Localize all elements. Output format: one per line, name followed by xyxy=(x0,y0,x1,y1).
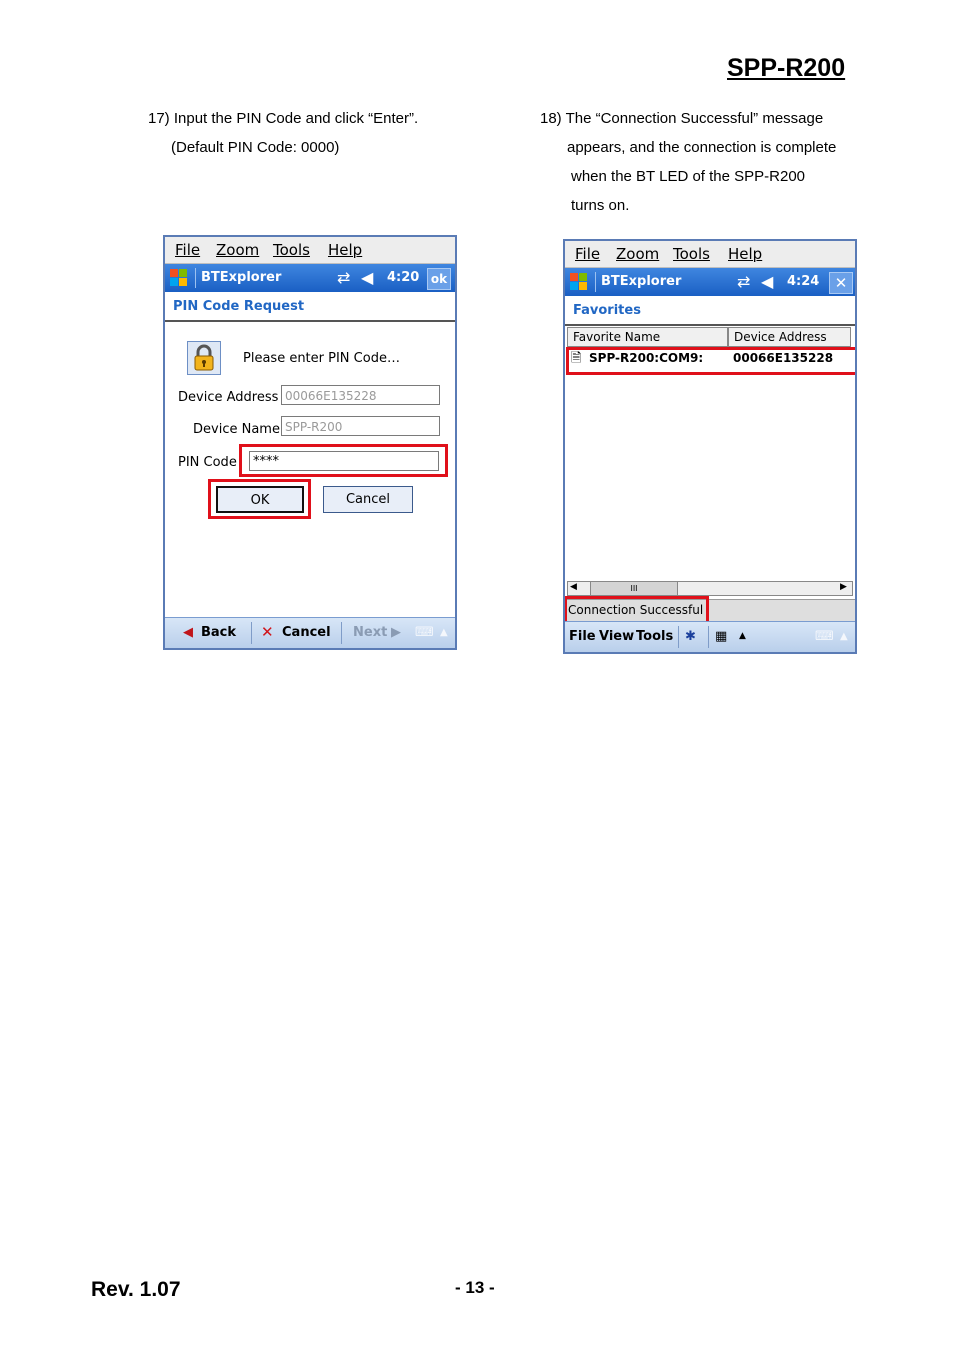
device-address-field: 00066E135228 xyxy=(281,385,440,405)
step-17-line-2: (Default PIN Code: 0000) xyxy=(171,139,340,156)
menu-bar: File Zoom Tools Help xyxy=(565,241,855,268)
menu-help[interactable]: Help xyxy=(328,241,362,259)
keyboard-icon[interactable]: ⌨ xyxy=(815,629,834,644)
menu-file[interactable]: File xyxy=(575,245,600,263)
column-device-address[interactable]: Device Address xyxy=(728,327,851,347)
app-title: BTExplorer xyxy=(601,274,682,289)
app-title: BTExplorer xyxy=(201,270,282,285)
pin-highlight-box xyxy=(239,444,448,477)
lock-icon xyxy=(187,341,221,375)
document-title: SPP-R200 xyxy=(727,54,846,82)
menu-help[interactable]: Help xyxy=(728,245,762,263)
step-18-line-1: 18) The “Connection Successful” message xyxy=(540,110,824,127)
step-17-line-1: 17) Input the PIN Code and click “Enter”… xyxy=(148,110,419,127)
favorites-header: Favorites xyxy=(565,298,855,326)
cancel-soft-button[interactable]: Cancel xyxy=(282,625,331,640)
next-arrow-icon: ▶ xyxy=(391,625,401,640)
title-bar: BTExplorer ⇄ ◀ 4:24 ✕ xyxy=(565,268,855,296)
step-18-line-3: when the BT LED of the SPP-R200 xyxy=(571,168,806,185)
keyboard-up-icon[interactable]: ▲ xyxy=(440,627,448,638)
page-number: - 13 - xyxy=(455,1278,495,1297)
connectivity-icon[interactable]: ⇄ xyxy=(337,268,350,287)
bottom-menu-view[interactable]: View xyxy=(599,629,634,644)
scroll-right-icon[interactable]: ▶ xyxy=(840,582,847,592)
device-name-field: SPP-R200 xyxy=(281,416,440,436)
prompt-text: Please enter PIN Code… xyxy=(243,351,400,366)
header-text: PIN Code Request xyxy=(173,299,305,314)
soft-key-bar: ◀ Back ✕ Cancel Next ▶ ⌨ ▲ xyxy=(165,617,455,648)
connectivity-icon[interactable]: ⇄ xyxy=(737,272,750,291)
clock[interactable]: 4:20 xyxy=(387,270,419,285)
scroll-left-icon[interactable]: ◀ xyxy=(570,582,577,592)
speaker-icon[interactable]: ◀ xyxy=(761,272,773,291)
step-18-line-4: turns on. xyxy=(571,197,630,214)
clock[interactable]: 4:24 xyxy=(787,274,819,289)
device-name-label: Device Name : xyxy=(193,422,289,437)
ok-title-button[interactable]: ok xyxy=(427,268,451,290)
bluetooth-icon[interactable]: ✱ xyxy=(685,629,696,644)
menu-zoom[interactable]: Zoom xyxy=(216,241,259,259)
device-address-label: Device Address : xyxy=(178,390,287,405)
ok-highlight-box xyxy=(208,479,311,519)
menu-tools[interactable]: Tools xyxy=(673,245,710,263)
header-text: Favorites xyxy=(573,303,641,318)
menu-bar: File Zoom Tools Help xyxy=(165,237,455,264)
menu-zoom[interactable]: Zoom xyxy=(616,245,659,263)
windows-logo-icon[interactable] xyxy=(570,273,588,291)
revision-label: Rev. 1.07 xyxy=(91,1278,181,1301)
row-highlight-box xyxy=(566,347,855,375)
bottom-menu-bar: File View Tools ✱ ▦ ▲ ⌨ ▲ xyxy=(565,621,855,652)
column-favorite-name[interactable]: Favorite Name xyxy=(567,327,728,347)
pin-header: PIN Code Request xyxy=(165,294,455,322)
menu-file[interactable]: File xyxy=(175,241,200,259)
horizontal-scrollbar[interactable]: ◀ III ▶ xyxy=(567,581,853,596)
cancel-x-icon: ✕ xyxy=(261,623,274,641)
dropdown-up-icon[interactable]: ▲ xyxy=(739,631,746,641)
scroll-thumb[interactable]: III xyxy=(590,582,678,595)
windows-logo-icon[interactable] xyxy=(170,269,188,287)
grid-view-icon[interactable]: ▦ xyxy=(715,629,727,644)
favorites-screenshot: File Zoom Tools Help BTExplorer ⇄ ◀ 4:24… xyxy=(563,239,857,654)
pin-code-label: PIN Code xyxy=(178,455,237,470)
back-arrow-icon: ◀ xyxy=(183,625,193,640)
step-18-line-2: appears, and the connection is complete xyxy=(567,139,837,156)
bottom-menu-file[interactable]: File xyxy=(569,629,596,644)
pin-request-screenshot: File Zoom Tools Help BTExplorer ⇄ ◀ 4:20… xyxy=(163,235,457,650)
next-button[interactable]: Next xyxy=(353,625,387,640)
menu-tools[interactable]: Tools xyxy=(273,241,310,259)
close-icon[interactable]: ✕ xyxy=(829,272,853,294)
keyboard-icon[interactable]: ⌨ xyxy=(415,625,434,640)
cancel-button[interactable]: Cancel xyxy=(323,486,413,513)
speaker-icon[interactable]: ◀ xyxy=(361,268,373,287)
keyboard-up-icon[interactable]: ▲ xyxy=(840,631,848,642)
title-bar: BTExplorer ⇄ ◀ 4:20 ok xyxy=(165,264,455,292)
bottom-menu-tools[interactable]: Tools xyxy=(636,629,673,644)
back-button[interactable]: Back xyxy=(201,625,236,640)
